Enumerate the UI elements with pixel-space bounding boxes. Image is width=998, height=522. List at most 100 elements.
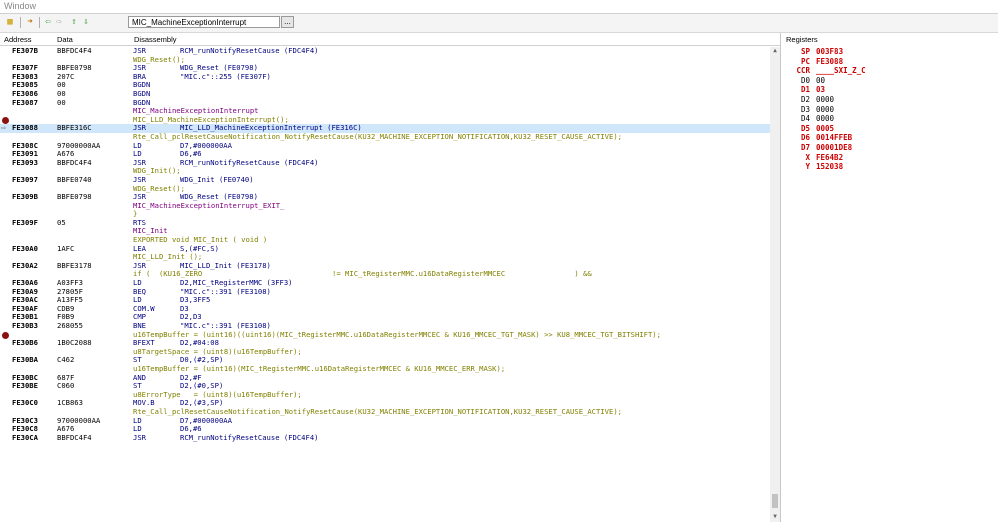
disassembly-row[interactable]: FE3087 00 BGDN — [0, 98, 770, 108]
register-name: D6 — [800, 133, 810, 143]
register-row[interactable]: PC FE3088 — [786, 57, 986, 67]
address-cell: FE30B6 — [12, 338, 38, 348]
source-row[interactable]: WDG_Reset(); — [0, 55, 770, 65]
down-arrow-icon[interactable]: ⇩ — [80, 16, 92, 28]
disassembly-row[interactable]: FE30A9 27805F BEQ "MIC.c"::391 (FE3108) — [0, 287, 770, 297]
source-row[interactable]: WDG_Init(); — [0, 167, 770, 176]
label-row[interactable]: MIC_MachineExceptionInterrupt_EXIT_ — [0, 201, 770, 211]
disassembly-row[interactable]: FE30B6 1B0C2088 BFEXT D2,#04:08 — [0, 339, 770, 348]
disassembly-row[interactable]: FE30C3 97000000AA LD D7,#000000AA — [0, 416, 770, 426]
forward-arrow-icon[interactable]: ⇨ — [53, 16, 65, 28]
source-row[interactable]: u8ErrorType = (uint8)(u16TempBuffer); — [0, 390, 770, 400]
register-name: D2 — [800, 94, 810, 104]
register-value[interactable]: FE64B2 — [816, 153, 843, 163]
register-value[interactable]: ____SXI_Z_C — [816, 66, 866, 76]
data-cell: BBFE0740 — [57, 174, 92, 184]
register-value[interactable]: FE3088 — [816, 57, 843, 67]
vertical-scrollbar[interactable]: ▲ ▼ — [770, 47, 780, 522]
disassembly-row[interactable]: FE309F 05 RTS — [0, 217, 770, 228]
register-row[interactable]: Y 152038 — [786, 162, 986, 172]
address-cell: FE309F — [12, 217, 38, 227]
source-row[interactable]: u16TempBuffer = (uint16)(MIC_tRegisterMM… — [0, 364, 770, 374]
breakpoint-icon[interactable] — [2, 331, 9, 339]
disassembly-row[interactable]: FE308C 97000000AA LD D7,#000000AA — [0, 141, 770, 151]
data-cell: 05 — [57, 217, 66, 227]
disassembly-listing[interactable]: FE307B BBFDC4F4 JSR RCM_runNotifyResetCause… — [0, 47, 770, 522]
disassembly-row[interactable]: FE30BC 687F AND D2,#F — [0, 373, 770, 383]
data-cell: BBFDC4F4 — [57, 432, 92, 442]
browse-button[interactable]: ... — [281, 16, 294, 28]
register-value[interactable]: 0000 — [816, 95, 834, 105]
label-row[interactable]: MIC_Init — [0, 227, 770, 236]
disassembly-row[interactable]: FE307B BBFDC4F4 JSR RCM_runNotifyResetCause… — [0, 47, 770, 56]
register-row[interactable]: D7 00001DE8 — [786, 143, 986, 153]
register-value[interactable]: 00 — [816, 76, 825, 86]
register-value[interactable]: 0000 — [816, 114, 834, 124]
disassembly-row[interactable]: FE3097 BBFE0740 JSR WDG_Init (FE0740) — [0, 174, 770, 185]
register-value[interactable]: 0005 — [816, 124, 834, 134]
disassembly-row[interactable]: FE3083 207C BRA "MIC.c"::255 (FE307F) — [0, 72, 770, 82]
source-row[interactable]: Rte_Call_pclResetCauseNotification_Notif… — [0, 407, 770, 417]
register-row[interactable]: D1 03 — [786, 85, 986, 95]
disassembly-row[interactable]: FE30CA BBFDC4F4 JSR RCM_runNotifyResetCause… — [0, 432, 770, 443]
source-row[interactable]: if ( (KU16_ZERO != MIC_tRegisterMMC.u16D… — [0, 270, 770, 279]
register-row[interactable]: D4 0000 — [786, 114, 986, 124]
register-row[interactable]: SP 003F83 — [786, 47, 986, 57]
disassembly-row[interactable]: FE30AF CDB9 COM.W D3 — [0, 304, 770, 314]
address-cell: FE3097 — [12, 174, 38, 184]
register-row[interactable]: D3 0000 — [786, 105, 986, 115]
source-row[interactable]: MIC_LLD_Init (); — [0, 253, 770, 262]
operand-cell: RCM_runNotifyResetCause (FDC4F4) — [180, 432, 319, 442]
register-row[interactable]: D6 0014FFEB — [786, 133, 986, 143]
register-value[interactable]: 0014FFEB — [816, 133, 852, 143]
register-row[interactable]: D0 00 — [786, 76, 986, 86]
disassembly-row[interactable]: FE3091 A676 LD D6,#6 — [0, 150, 770, 159]
source-row[interactable]: Rte_Call_pclResetCauseNotification_Notif… — [0, 132, 770, 142]
source-row[interactable]: } — [0, 210, 770, 219]
source-row[interactable]: u16TempBuffer = (uint16)((uint16)(MIC_tR… — [0, 330, 770, 340]
register-row[interactable]: CCR ____SXI_Z_C — [786, 66, 986, 76]
address-cell: FE309B — [12, 192, 38, 202]
up-arrow-icon[interactable]: ⇧ — [68, 16, 80, 28]
label-row[interactable]: MIC_MachineExceptionInterrupt — [0, 107, 770, 116]
disassembly-row[interactable]: FE30A6 A03FF3 LD D2,MIC_tRegisterMMC (3FF3) — [0, 278, 770, 288]
register-name: X — [805, 152, 810, 162]
register-name: CCR — [796, 66, 810, 76]
register-row[interactable]: X FE64B2 — [786, 153, 986, 163]
register-row[interactable]: D5 0005 — [786, 124, 986, 134]
go-to-pc-icon[interactable]: ➜ — [24, 16, 36, 28]
source-row[interactable]: WDG_Reset(); — [0, 184, 770, 194]
disassembly-row[interactable]: FE30C8 A676 LD D6,#6 — [0, 425, 770, 434]
source-row[interactable]: MIC_LLD_MachineExceptionInterrupt(); — [0, 115, 770, 125]
scroll-down-icon[interactable]: ▼ — [771, 513, 779, 521]
register-name: D7 — [800, 142, 810, 152]
source-row[interactable]: EXPORTED void MIC_Init ( void ) — [0, 235, 770, 245]
register-row[interactable]: D2 0000 — [786, 95, 986, 105]
scroll-up-icon[interactable]: ▲ — [771, 47, 779, 55]
source-view-icon[interactable]: ▦ — [4, 16, 16, 28]
disassembly-row[interactable]: FE30AC A13FF5 LD D3,3FF5 — [0, 296, 770, 305]
register-value[interactable]: 00001DE8 — [816, 143, 852, 153]
disassembly-row[interactable]: FE30B1 F0B9 CMP D2,D3 — [0, 313, 770, 322]
disassembly-row[interactable]: FE3086 00 BGDN — [0, 89, 770, 99]
register-value[interactable]: 003F83 — [816, 47, 843, 57]
register-value[interactable]: 0000 — [816, 105, 834, 115]
disassembly-row[interactable]: FE3085 00 BGDN — [0, 81, 770, 90]
register-value[interactable]: 03 — [816, 85, 825, 95]
address-cell: FE30CA — [12, 432, 38, 442]
data-cell: BBFDC4F4 — [57, 47, 92, 55]
scrollbar-thumb[interactable] — [772, 494, 778, 508]
toolbar: ▦ ➜ ⇦ ⇨ ⇧ ⇩ MIC_MachineExceptionInterrup… — [0, 14, 998, 33]
function-search-input[interactable]: MIC_MachineExceptionInterrupt — [128, 16, 280, 28]
disassembly-row[interactable]: FE30A0 1AFC LEA S,(#FC,S) — [0, 244, 770, 254]
source-row[interactable]: u8TargetSpace = (uint8)(u16TempBuffer); — [0, 347, 770, 357]
pane-splitter[interactable] — [780, 33, 781, 522]
disassembly-row[interactable]: FE30BE C060 ST D2,(#0,SP) — [0, 382, 770, 391]
window-title: Window — [4, 1, 37, 11]
disassembly-row[interactable]: FE309B BBFE0798 JSR WDG_Reset (FE0798) — [0, 192, 770, 202]
operand-cell: RCM_runNotifyResetCause (FDC4F4) — [180, 47, 319, 55]
disassembly-row[interactable]: FE3093 BBFDC4F4 JSR RCM_runNotifyResetCause… — [0, 158, 770, 168]
register-value[interactable]: 152038 — [816, 162, 843, 172]
disassembly-row[interactable]: FE307F BBFE0798 JSR WDG_Reset (FE0798) — [0, 64, 770, 73]
data-cell: 1B0C2088 — [57, 338, 92, 348]
